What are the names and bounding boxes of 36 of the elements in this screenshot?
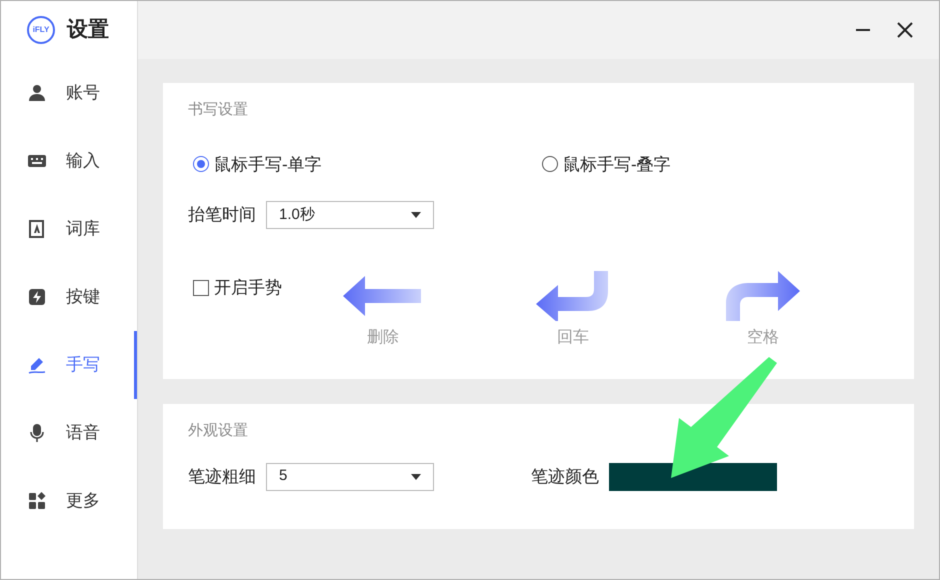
sidebar-item[interactable]: 按键 (1, 263, 137, 331)
pen-icon (27, 355, 47, 375)
sidebar-item[interactable]: 词库 (1, 195, 137, 263)
book-icon (27, 219, 47, 239)
radio-label[interactable]: 鼠标手写-叠字 (563, 152, 671, 177)
field-label: 笔迹颜色 (531, 466, 599, 488)
dropdown[interactable]: 5 (266, 462, 434, 490)
color-swatch[interactable] (609, 462, 777, 490)
checkbox[interactable]: 开启手势 (193, 275, 288, 300)
caret-down-icon (411, 212, 421, 218)
left-arrow-icon (343, 276, 423, 316)
field-label: 抬笔时间 (188, 204, 256, 226)
radio-button[interactable] (193, 156, 209, 172)
curved-right-arrow-icon (726, 271, 800, 321)
section-title: 外观设置 (188, 421, 249, 441)
gesture-label: 回车 (557, 328, 589, 348)
microphone-icon (27, 423, 47, 443)
close-icon[interactable] (897, 22, 913, 38)
caret-down-icon (411, 474, 421, 480)
return-arrow-icon (536, 271, 610, 321)
section-title: 书写设置 (188, 100, 249, 120)
sidebar-item[interactable]: 账号 (1, 59, 137, 127)
lightning-icon (27, 287, 47, 307)
sidebar-item[interactable]: 输入 (1, 127, 137, 195)
radio-label[interactable]: 鼠标手写-单字 (214, 152, 322, 177)
logo: iFLY (27, 16, 55, 44)
gesture-label: 空格 (747, 328, 779, 348)
sidebar-item[interactable]: 更多 (1, 467, 137, 535)
gesture-label: 删除 (367, 328, 399, 348)
radio-button[interactable] (542, 156, 558, 172)
apps-icon (27, 491, 47, 511)
sidebar-item[interactable]: 语音 (1, 399, 137, 467)
dropdown[interactable]: 1.0秒 (266, 201, 434, 229)
user-icon (27, 83, 47, 103)
window-title: 设置 (67, 17, 109, 44)
field-label: 笔迹粗细 (188, 466, 256, 488)
